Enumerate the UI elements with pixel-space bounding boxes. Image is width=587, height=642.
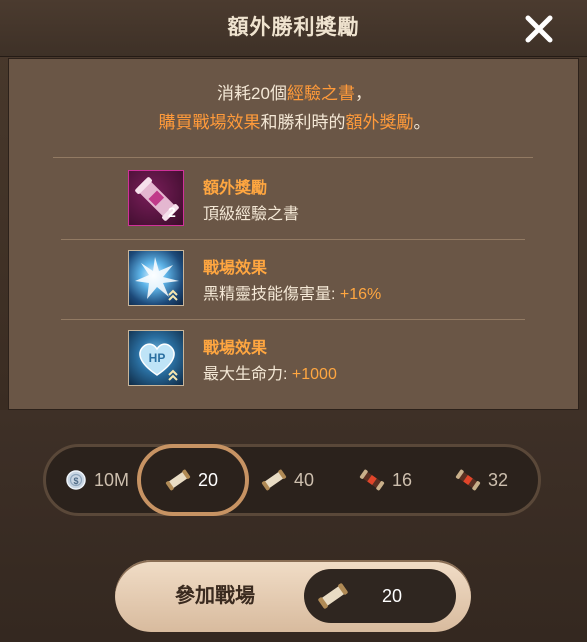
close-icon[interactable]: [522, 12, 556, 46]
desc-text: ，: [354, 84, 372, 103]
description-text: 消耗20個經驗之書， 購買戰場效果和勝利時的額外獎勵。: [9, 79, 580, 137]
white-scroll-icon: [165, 469, 191, 491]
option-label: 16: [392, 469, 413, 490]
desc-highlight-item: 經驗之書: [286, 84, 355, 103]
desc-highlight-effect: 購買戰場效果: [158, 113, 261, 132]
white-scroll-icon: [261, 469, 287, 491]
option-label: 10M: [94, 469, 130, 490]
description-line-1: 消耗20個經驗之書，: [9, 79, 580, 108]
desc-text: 。: [413, 113, 431, 132]
option-label: 20: [198, 469, 219, 490]
skill-burst-icon: [128, 250, 184, 306]
white-scroll-icon: [316, 579, 350, 618]
divider: [61, 319, 525, 320]
dialog-title: 額外勝利獎勵: [227, 16, 360, 39]
join-cost-value: 20: [381, 586, 403, 606]
effect-label: 黑精靈技能傷害量:: [203, 286, 340, 303]
svg-text:HP: HP: [149, 351, 166, 365]
option-white-scroll-40[interactable]: 40: [260, 462, 314, 498]
bonus-reward-dialog: 額外勝利獎勵 消耗20個經驗之書， 購買戰場效果和勝利時的額外獎勵。 2 額外獎…: [0, 0, 587, 642]
reward-text: 最大生命力: +1000: [203, 360, 337, 384]
red-scroll-icon: [455, 469, 481, 491]
reward-info-panel: 消耗20個經驗之書， 購買戰場效果和勝利時的額外獎勵。: [8, 58, 579, 410]
item-count-badge: 2: [168, 204, 176, 220]
reward-title: 戰場效果: [203, 260, 268, 277]
effect-value: +16%: [339, 286, 382, 303]
join-button-label: 參加戰場: [175, 585, 255, 607]
option-red-scroll-16[interactable]: 16: [358, 462, 412, 498]
desc-text: 和勝利時的: [260, 113, 346, 132]
hp-heart-icon: HP: [128, 330, 184, 386]
option-label: 32: [488, 469, 509, 490]
option-label: 40: [294, 469, 315, 490]
reward-text: 黑精靈技能傷害量: +16%: [203, 280, 381, 304]
option-red-scroll-32[interactable]: 32: [454, 462, 508, 498]
option-silver[interactable]: $ 10M: [64, 462, 129, 498]
silver-coin-icon: $: [66, 470, 86, 490]
effect-value: +1000: [291, 366, 337, 383]
reward-title: 戰場效果: [203, 340, 268, 357]
svg-text:$: $: [73, 476, 78, 486]
option-white-scroll-20[interactable]: 20: [164, 462, 218, 498]
desc-text: 消耗20個: [217, 84, 287, 103]
effect-label: 最大生命力:: [203, 366, 292, 383]
red-scroll-icon: [359, 469, 385, 491]
reward-text: 頂級經驗之書: [203, 206, 300, 223]
divider: [61, 239, 525, 240]
reward-title: 額外獎勵: [203, 180, 268, 197]
description-line-2: 購買戰場效果和勝利時的額外獎勵。: [9, 108, 580, 137]
divider: [53, 157, 533, 158]
desc-highlight-reward: 額外獎勵: [345, 113, 414, 132]
